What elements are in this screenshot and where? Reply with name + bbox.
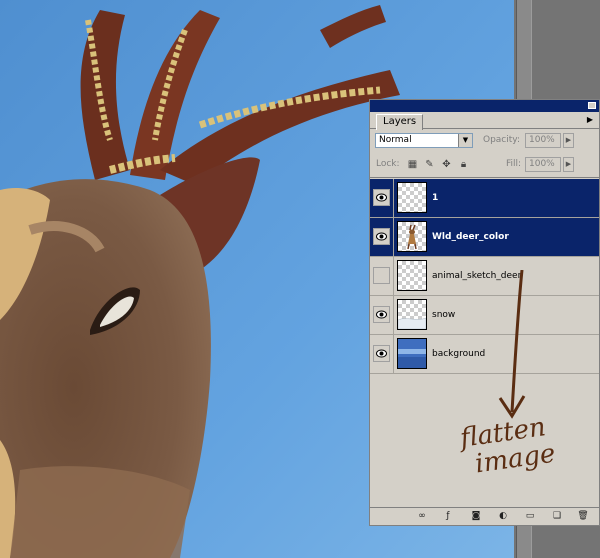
layer-style-icon[interactable]: ƒ [442, 511, 454, 522]
blend-mode-select[interactable]: Normal ▼ [375, 133, 473, 148]
fill-label: Fill: [506, 159, 522, 169]
layer-name: animal_sketch_deer [432, 271, 522, 281]
panel-title-bar[interactable] [370, 100, 599, 112]
layer-row-background[interactable]: background [370, 335, 599, 374]
visibility-toggle[interactable] [373, 267, 390, 284]
panel-menu-icon[interactable]: ▶ [587, 115, 593, 124]
blend-row: Normal ▼ Opacity: 100% ▶ [370, 129, 599, 153]
layers-panel: Layers ▶ Normal ▼ Opacity: 100% ▶ Lock: … [369, 99, 600, 526]
panel-minimize-button[interactable] [588, 102, 596, 109]
panel-tabs: Layers ▶ [370, 112, 599, 130]
delete-layer-icon[interactable]: 🗑︎ [577, 511, 589, 522]
chevron-down-icon[interactable]: ▼ [458, 134, 472, 147]
lock-label: Lock: [376, 159, 400, 169]
panel-bottom-toolbar: ∞ ƒ ◙ ◐ ▭ ❑ 🗑︎ [370, 507, 599, 525]
eye-icon [376, 310, 387, 319]
layer-thumbnail [397, 338, 427, 369]
lock-row: Lock: ▦ ✎ ✥ 🔒︎ Fill: 100% ▶ [370, 153, 599, 178]
layer-row-wld-deer-color[interactable]: Wld_deer_color [370, 218, 599, 257]
visibility-toggle[interactable] [373, 306, 390, 323]
column-divider [393, 179, 394, 218]
column-divider [393, 335, 394, 374]
eye-icon [376, 193, 387, 202]
visibility-toggle[interactable] [373, 345, 390, 362]
layer-name: Wld_deer_color [432, 232, 509, 242]
lock-all-icon[interactable]: 🔒︎ [458, 159, 469, 170]
snow-thumbnail-icon [398, 317, 426, 329]
lock-move-icon[interactable]: ✥ [441, 159, 452, 170]
visibility-toggle[interactable] [373, 228, 390, 245]
layer-row-animal-sketch-deer[interactable]: animal_sketch_deer [370, 257, 599, 296]
layer-thumbnail [397, 260, 427, 291]
fill-field[interactable]: 100% [525, 157, 561, 172]
eye-icon [376, 232, 387, 241]
column-divider [393, 218, 394, 257]
eye-icon [376, 349, 387, 358]
layer-row-snow[interactable]: snow [370, 296, 599, 335]
adjustment-layer-icon[interactable]: ◐ [497, 511, 509, 522]
blend-mode-value: Normal [379, 135, 412, 145]
deer-thumbnail-icon [407, 224, 417, 250]
layer-name: snow [432, 310, 456, 320]
fill-arrow-icon[interactable]: ▶ [563, 157, 574, 172]
opacity-arrow-icon[interactable]: ▶ [563, 133, 574, 148]
add-mask-icon[interactable]: ◙ [470, 511, 482, 522]
new-layer-icon[interactable]: ❑ [551, 511, 563, 522]
column-divider [393, 257, 394, 296]
layer-name: 1 [432, 193, 439, 203]
visibility-toggle[interactable] [373, 189, 390, 206]
lock-transparency-icon[interactable]: ▦ [407, 159, 418, 170]
opacity-label: Opacity: [483, 135, 520, 145]
layer-thumbnail [397, 299, 427, 330]
layer-row-1[interactable]: 1 [370, 179, 599, 218]
new-group-icon[interactable]: ▭ [524, 511, 536, 522]
layer-list: 1 Wld_deer_color animal_sketch_deer snow… [370, 179, 599, 509]
link-layers-icon[interactable]: ∞ [416, 511, 428, 522]
layer-thumbnail [397, 221, 427, 252]
lock-brush-icon[interactable]: ✎ [424, 159, 435, 170]
background-thumbnail-icon [398, 339, 426, 368]
column-divider [393, 296, 394, 335]
layer-thumbnail [397, 182, 427, 213]
tab-layers[interactable]: Layers [376, 114, 424, 130]
layer-name: background [432, 349, 486, 359]
opacity-field[interactable]: 100% [525, 133, 561, 148]
